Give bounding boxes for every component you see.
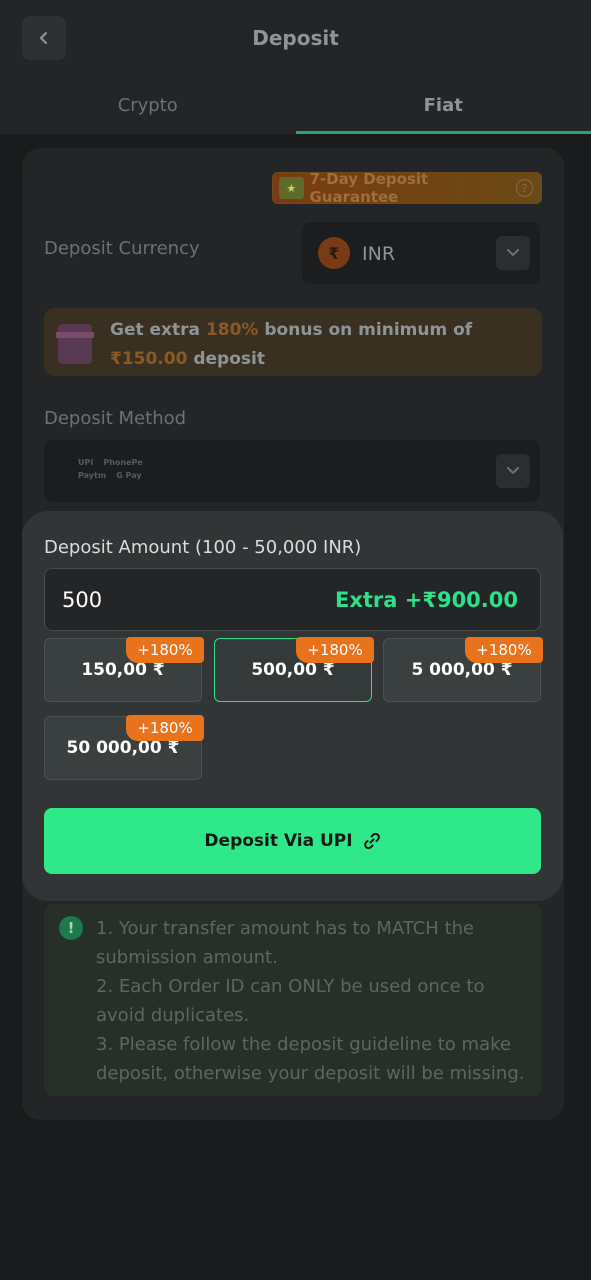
amount-chip-150[interactable]: 150,00 ₹ +180%	[44, 637, 204, 702]
deposit-via-upi-button[interactable]: Deposit Via UPI	[44, 808, 541, 874]
amount-chip-50000[interactable]: 50 000,00 ₹ +180%	[44, 715, 204, 780]
link-icon	[363, 832, 380, 850]
deposit-guarantee-badge[interactable]: ★ 7-Day Deposit Guarantee ?	[272, 170, 542, 206]
bonus-banner: Get extra 180% bonus on minimum of ₹150.…	[44, 308, 542, 376]
bonus-badge: +180%	[465, 637, 543, 663]
tab-crypto[interactable]: Crypto	[0, 78, 296, 134]
note-item: 3. Please follow the deposit guideline t…	[96, 1034, 525, 1084]
help-icon[interactable]: ?	[515, 179, 533, 197]
rupee-icon: ₹	[318, 237, 350, 269]
exclamation-icon: !	[59, 916, 83, 940]
page-title: Deposit	[252, 26, 339, 50]
note-item: 1. Your transfer amount has to MATCH the…	[96, 918, 475, 968]
deposit-notes: ! 1. Your transfer amount has to MATCH t…	[44, 904, 542, 1096]
bonus-badge: +180%	[296, 637, 374, 663]
guarantee-gift-icon: ★	[279, 177, 304, 199]
amount-chip-5000[interactable]: 5 000,00 ₹ +180%	[383, 637, 543, 702]
payment-logos: UPI PhonePe Paytm G Pay	[78, 458, 143, 480]
amount-input[interactable]: 500 Extra +₹900.00	[44, 568, 541, 631]
tab-fiat[interactable]: Fiat	[295, 78, 591, 134]
chevron-down-icon[interactable]	[496, 236, 530, 270]
gift-icon	[56, 324, 94, 364]
tab-bar: Crypto Fiat	[0, 78, 591, 134]
currency-label: Deposit Currency	[44, 238, 200, 259]
extra-bonus-value: Extra +₹900.00	[334, 588, 518, 612]
currency-select[interactable]: ₹ INR	[302, 222, 540, 284]
amount-label: Deposit Amount (100 - 50,000 INR)	[44, 537, 362, 558]
amount-chip-500[interactable]: 500,00 ₹ +180%	[214, 637, 374, 702]
method-label: Deposit Method	[44, 408, 187, 429]
currency-code: INR	[362, 243, 396, 265]
bonus-badge: +180%	[126, 715, 204, 741]
header: Deposit	[0, 0, 591, 78]
method-select[interactable]: UPI PhonePe Paytm G Pay	[44, 440, 540, 502]
deposit-amount-panel: Deposit Amount (100 - 50,000 INR) 500 Ex…	[22, 511, 563, 901]
note-item: 2. Each Order ID can ONLY be used once t…	[96, 976, 485, 1026]
guarantee-label: 7-Day Deposit Guarantee	[309, 170, 429, 206]
amount-value: 500	[62, 588, 103, 612]
bonus-text: Get extra 180% bonus on minimum of ₹150.…	[110, 320, 473, 369]
bonus-badge: +180%	[126, 637, 204, 663]
chevron-down-icon[interactable]	[496, 454, 530, 488]
